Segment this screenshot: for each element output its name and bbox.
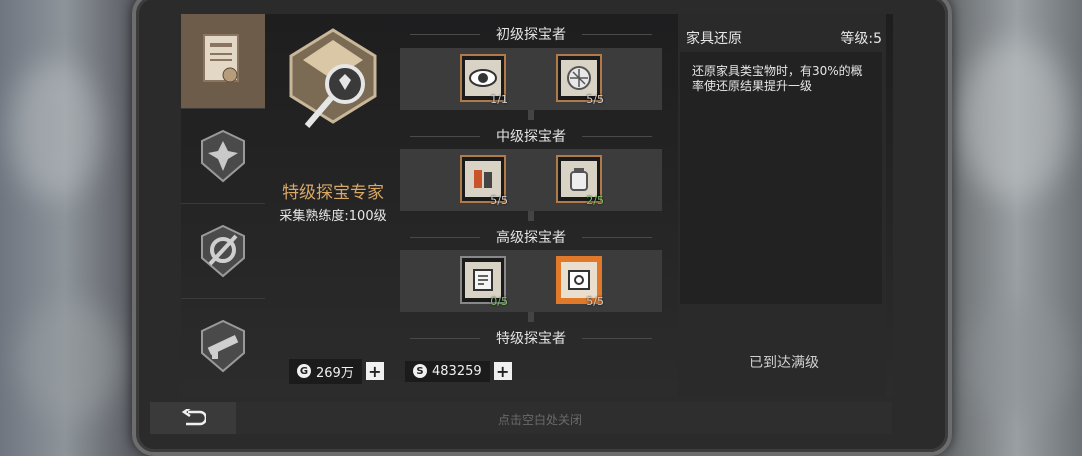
tier-row-intermediate: 5/5 2/5 xyxy=(400,149,662,211)
background-blur xyxy=(960,40,1070,200)
max-level-status: 已到达满级 xyxy=(749,355,819,371)
silver-amount: 483259 xyxy=(432,363,482,379)
tab-mechanic[interactable] xyxy=(181,204,265,299)
profession-title: 特级探宝专家 xyxy=(282,183,384,203)
skill-name: 家具还原 xyxy=(686,31,742,47)
document-icon xyxy=(473,269,493,291)
profession-emblem xyxy=(283,26,383,140)
tier-connector xyxy=(528,211,534,221)
back-arrow-icon xyxy=(181,409,206,426)
background-blur xyxy=(10,60,100,200)
background-blur xyxy=(20,300,120,420)
tier-connector xyxy=(528,312,534,322)
gather-badge-icon xyxy=(201,129,245,183)
silver-currency: S 483259 + xyxy=(405,360,512,382)
tab-gatherer[interactable] xyxy=(181,109,265,204)
tab-weaponsmith[interactable] xyxy=(181,299,265,393)
tier-row-advanced: 0/5 5/5 xyxy=(400,250,662,312)
silver-icon: S xyxy=(413,364,427,378)
coin-amount: 269万 xyxy=(316,365,354,381)
tier-title-expert: 特级探宝者 xyxy=(400,328,662,348)
jar-icon xyxy=(570,168,588,191)
grid-map-icon xyxy=(567,66,591,90)
skill-jar[interactable]: 2/5 xyxy=(556,155,604,207)
treasure-certificate-icon xyxy=(203,34,239,83)
back-button[interactable] xyxy=(150,402,236,434)
tab-treasure-expert[interactable] xyxy=(181,14,265,109)
proficiency-level: 采集熟练度:100级 xyxy=(279,209,387,224)
skill-level: 0/5 xyxy=(490,295,508,308)
tier-title-advanced: 高级探宝者 xyxy=(400,227,662,247)
skill-level: 1/1 xyxy=(490,93,508,106)
coin-icon: G xyxy=(297,364,311,378)
blueprint-icon xyxy=(568,270,590,290)
skill-level: 5/5 xyxy=(586,93,604,106)
skill-document[interactable]: 0/5 xyxy=(460,256,508,308)
gear-badge-icon xyxy=(201,224,245,278)
skill-eye[interactable]: 1/1 xyxy=(460,54,508,106)
tier-title-beginner: 初级探宝者 xyxy=(400,24,662,44)
tools-icon xyxy=(474,170,492,188)
tier-connector xyxy=(528,110,534,120)
add-silver-button[interactable]: + xyxy=(493,362,512,381)
tier-title-intermediate: 中级探宝者 xyxy=(400,126,662,146)
skill-level-label: 等级:5 xyxy=(840,31,882,47)
coin-currency: G 269万 + xyxy=(289,358,384,384)
tier-row-beginner: 1/1 5/5 xyxy=(400,48,662,110)
add-coin-button[interactable]: + xyxy=(365,362,384,381)
skill-level: 5/5 xyxy=(586,295,604,308)
close-hint[interactable]: 点击空白处关闭 xyxy=(400,411,680,428)
skill-grid-map[interactable]: 5/5 xyxy=(556,54,604,106)
magnifier-gem-icon xyxy=(289,28,377,128)
background-blur xyxy=(970,300,1070,420)
skill-blueprint-selected[interactable]: 5/5 xyxy=(556,256,604,308)
profession-sidebar xyxy=(181,14,265,396)
skill-description: 还原家具类宝物时，有30%的概率使还原结果提升一级 xyxy=(692,64,863,93)
weapon-badge-icon xyxy=(201,319,245,373)
skill-level: 5/5 xyxy=(490,194,508,207)
skill-tools[interactable]: 5/5 xyxy=(460,155,508,207)
eye-icon xyxy=(469,69,497,87)
skill-level: 2/5 xyxy=(586,194,604,207)
